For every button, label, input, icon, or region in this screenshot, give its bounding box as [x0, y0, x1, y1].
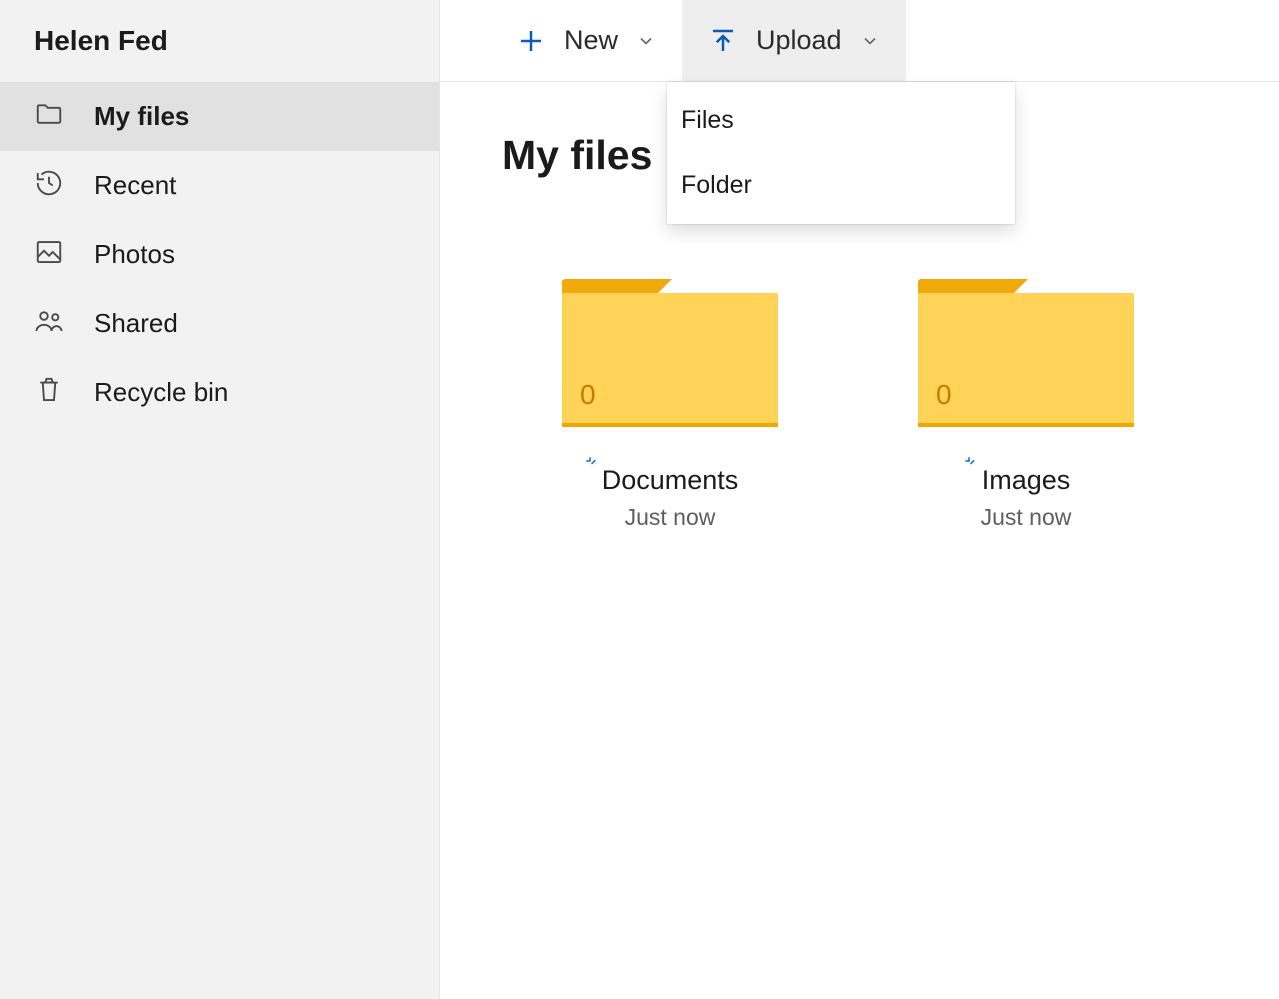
sidebar-item-label: Recent	[94, 170, 176, 201]
dropdown-item-label: Files	[681, 106, 734, 134]
upload-icon	[708, 26, 738, 56]
folder-item-count: 0	[936, 379, 952, 411]
sidebar-item-label: Recycle bin	[94, 377, 228, 408]
people-icon	[34, 306, 94, 341]
folder-thumbnail: 0	[918, 279, 1134, 429]
folder-thumbnail: 0	[562, 279, 778, 429]
sidebar-item-recycle-bin[interactable]: Recycle bin	[0, 358, 439, 427]
sidebar-item-my-files[interactable]: My files	[0, 82, 439, 151]
sidebar: Helen Fed My files Recent Photos Shared …	[0, 0, 440, 999]
chevron-down-icon	[636, 31, 656, 51]
upload-button-label: Upload	[756, 25, 842, 56]
folder-name: Images	[982, 465, 1071, 495]
sidebar-item-label: My files	[94, 101, 189, 132]
chevron-down-icon	[860, 31, 880, 51]
new-button[interactable]: New	[490, 0, 682, 81]
folder-tile[interactable]: 0 Documents Just now	[562, 279, 778, 531]
sidebar-item-photos[interactable]: Photos	[0, 220, 439, 289]
sidebar-item-shared[interactable]: Shared	[0, 289, 439, 358]
file-grid: 0 Documents Just now 0	[440, 179, 1279, 531]
sidebar-item-recent[interactable]: Recent	[0, 151, 439, 220]
sync-icon	[584, 449, 602, 480]
new-button-label: New	[564, 25, 618, 56]
sync-icon	[963, 449, 981, 480]
trash-icon	[34, 375, 94, 410]
folder-item-count: 0	[580, 379, 596, 411]
dropdown-item-label: Folder	[681, 171, 752, 199]
folder-modified: Just now	[602, 504, 739, 531]
sidebar-item-label: Photos	[94, 239, 175, 270]
upload-files-option[interactable]: Files	[667, 88, 1015, 153]
upload-button[interactable]: Upload	[682, 0, 906, 81]
main-content: New Upload Files Folder My files 0	[440, 0, 1279, 999]
upload-dropdown: Files Folder	[667, 82, 1015, 224]
user-name: Helen Fed	[34, 25, 168, 57]
sidebar-item-label: Shared	[94, 308, 178, 339]
history-icon	[34, 168, 94, 203]
folder-name: Documents	[602, 465, 739, 495]
plus-icon	[516, 26, 546, 56]
user-name-header: Helen Fed	[0, 0, 439, 82]
image-icon	[34, 237, 94, 272]
upload-folder-option[interactable]: Folder	[667, 153, 1015, 218]
folder-icon	[34, 99, 94, 134]
folder-modified: Just now	[981, 504, 1072, 531]
toolbar: New Upload	[440, 0, 1279, 82]
folder-tile[interactable]: 0 Images Just now	[918, 279, 1134, 531]
